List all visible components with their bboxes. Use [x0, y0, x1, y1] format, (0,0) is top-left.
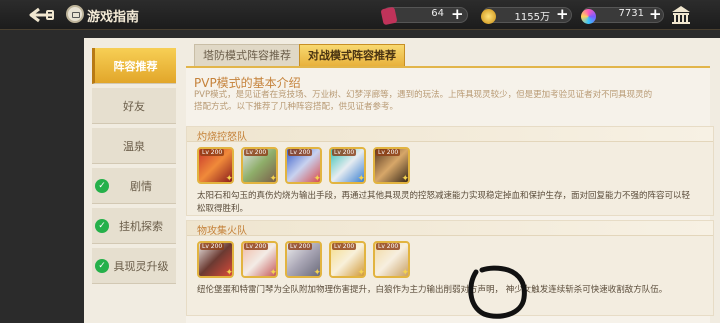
sidebar-item-idle-explore[interactable]: ✓ 挂机探索 — [92, 208, 176, 244]
sidebar-item-story[interactable]: ✓ 剧情 — [92, 168, 176, 204]
back-button[interactable] — [24, 6, 56, 24]
character-card[interactable]: Lv 200 ✦ — [241, 147, 278, 184]
star-icon: ✦ — [225, 174, 233, 184]
sidebar-item-label: 具现灵升级 — [113, 259, 169, 273]
star-icon: ✦ — [357, 268, 365, 278]
star-icon: ✦ — [313, 174, 321, 184]
character-card[interactable]: Lv 200 ✦ — [373, 147, 410, 184]
coin-add-button[interactable]: + — [556, 6, 569, 23]
character-card[interactable]: Lv 200 ✦ — [197, 147, 234, 184]
gem-value: 64 — [431, 8, 444, 19]
sidebar-item-lineup[interactable]: 阵容推荐 — [92, 48, 176, 84]
tab-tower-defense-lineup[interactable]: 塔防模式阵容推荐 — [194, 44, 300, 66]
coin-resource: 1155万 + — [478, 5, 578, 25]
gem-resource: 64 + — [372, 5, 472, 26]
sidebar-item-friends[interactable]: 好友 — [92, 88, 176, 124]
temple-home-icon — [672, 6, 690, 24]
star-icon: ✦ — [313, 268, 321, 278]
character-card[interactable]: Lv 200 ✦ — [285, 147, 322, 184]
tab-pvp-lineup[interactable]: 对战模式阵容推荐 — [299, 44, 405, 66]
team-description: 太阳石和勾玉的真伤灼烧为输出手段，再通过其他具现灵的控怒减速能力实现稳定掉血和保… — [197, 191, 691, 214]
star-icon: ✦ — [269, 268, 277, 278]
team-description: 纽伦堡蛋和特雷门琴为全队附加物理伤害提升，白狼作为主力输出削弱对方声明， 神少女… — [197, 285, 668, 295]
orb-resource: 7731 + — [578, 5, 668, 25]
star-icon: ✦ — [401, 268, 409, 278]
orb-icon — [581, 9, 596, 24]
character-card[interactable]: Lv 200 ✦ — [197, 241, 234, 278]
team-name: 物攻集火队 — [197, 226, 247, 237]
check-icon: ✓ — [95, 179, 109, 193]
gem-add-button[interactable]: + — [451, 6, 464, 23]
handwritten-circle-mark — [468, 265, 527, 319]
check-icon: ✓ — [95, 219, 109, 233]
star-icon: ✦ — [269, 174, 277, 184]
sidebar: 阵容推荐 好友 温泉 ✓ 剧情 ✓ 挂机探索 ✓ 具现灵升级 — [92, 48, 176, 288]
orb-value: 7731 — [618, 8, 644, 19]
coin-icon — [481, 9, 496, 24]
sidebar-item-label: 阵容推荐 — [113, 59, 158, 73]
game-guide-icon — [66, 5, 84, 23]
back-arrow-icon — [29, 7, 54, 23]
star-icon: ✦ — [225, 268, 233, 278]
team-section: 物攻集火队 Lv 200 ✦ Lv 200 ✦ Lv 200 ✦ Lv 200 ✦ Lv… — [186, 220, 714, 316]
star-icon: ✦ — [401, 174, 409, 184]
home-button[interactable] — [670, 4, 692, 26]
character-card[interactable]: Lv 200 ✦ — [373, 241, 410, 278]
character-card[interactable]: Lv 200 ✦ — [329, 147, 366, 184]
star-icon: ✦ — [357, 174, 365, 184]
sidebar-item-label: 好友 — [123, 99, 145, 113]
top-bar: 游戏指南 64 + 1155万 + 7731 + — [0, 0, 720, 30]
check-icon: ✓ — [95, 259, 109, 273]
coin-value: 1155万 — [514, 12, 550, 23]
team-name: 灼烧控怒队 — [197, 132, 247, 143]
orb-add-button[interactable]: + — [649, 6, 662, 23]
character-card[interactable]: Lv 200 ✦ — [285, 241, 322, 278]
gem-icon — [380, 6, 398, 26]
page-title: 游戏指南 — [87, 10, 140, 25]
sidebar-item-label: 温泉 — [123, 139, 145, 153]
sidebar-item-hot-spring[interactable]: 温泉 — [92, 128, 176, 164]
sidebar-item-label: 剧情 — [130, 179, 152, 193]
character-card[interactable]: Lv 200 ✦ — [329, 241, 366, 278]
sidebar-item-upgrade[interactable]: ✓ 具现灵升级 — [92, 248, 176, 284]
sidebar-item-label: 挂机探索 — [119, 219, 163, 233]
intro-text: PVP模式，是见证者在竞技场、万业树、幻梦浮廊等，遇到的玩法。上阵具现灵较少，但… — [194, 90, 653, 112]
team-section: 灼烧控怒队 Lv 200 ✦ Lv 200 ✦ Lv 200 ✦ Lv 200 ✦ Lv… — [186, 126, 714, 216]
character-card[interactable]: Lv 200 ✦ — [241, 241, 278, 278]
